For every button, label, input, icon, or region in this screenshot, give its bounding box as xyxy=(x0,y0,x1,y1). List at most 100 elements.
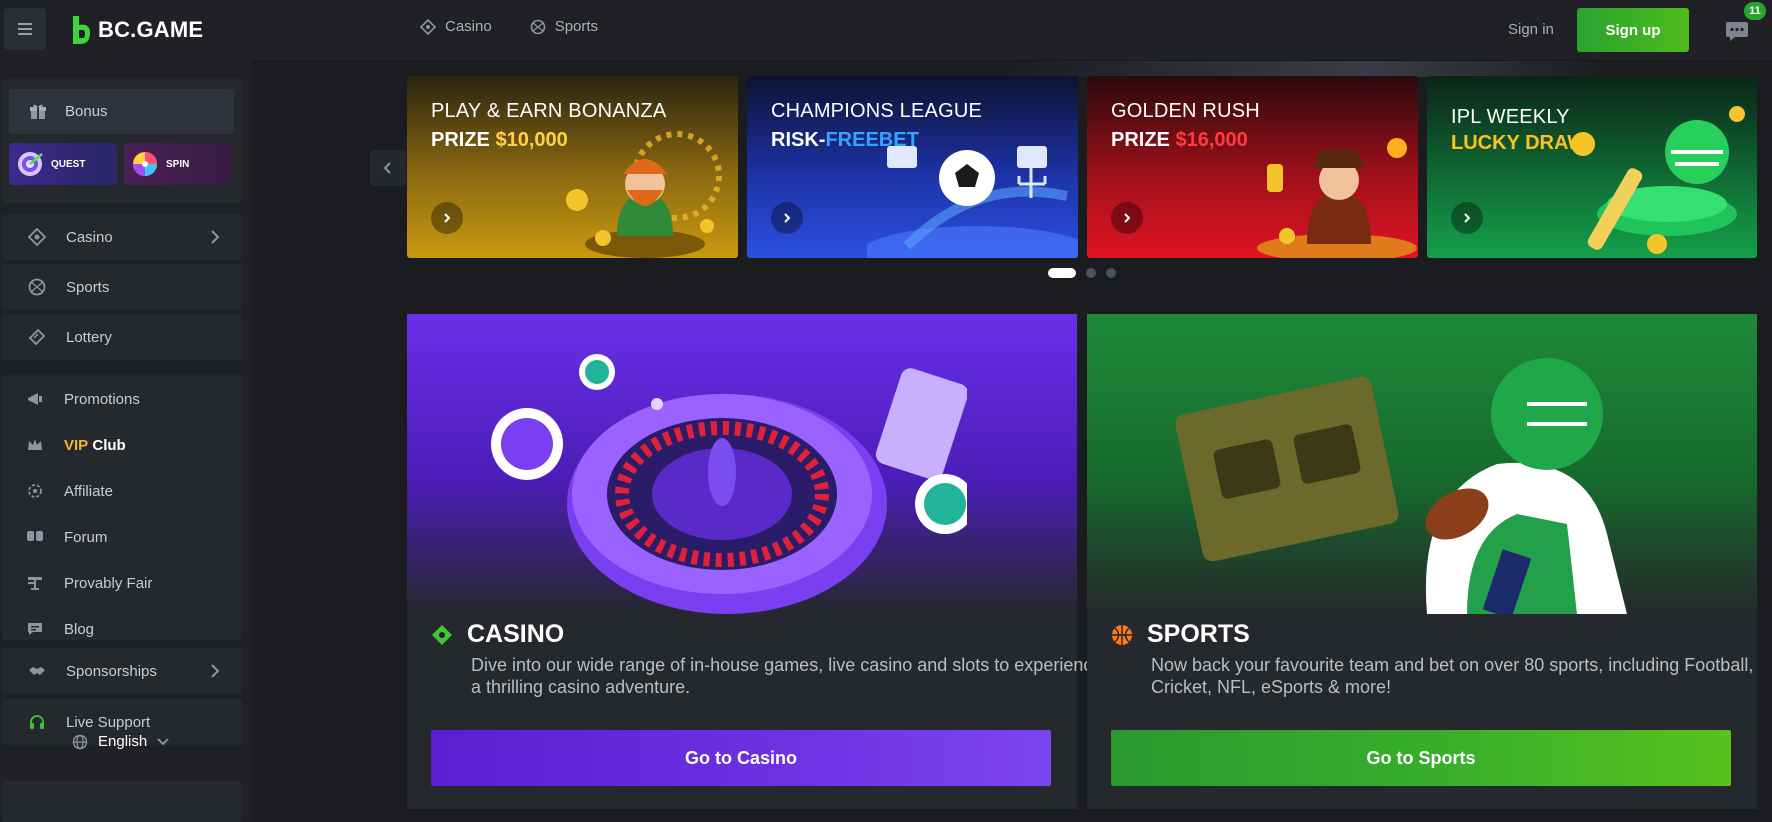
sidebar: Bonus QUEST SPIN Casino Sports Lottery P… xyxy=(0,61,252,822)
carousel-pagination xyxy=(1048,268,1116,278)
banner-3-arrow-button[interactable] xyxy=(1111,202,1143,234)
sports-card-title: SPORTS xyxy=(1111,620,1250,649)
chevron-right-icon xyxy=(211,230,220,244)
sidebar-secondary-panel xyxy=(2,375,242,640)
casino-diamond-icon xyxy=(28,228,46,246)
sidebar-forum-label: Forum xyxy=(64,528,108,546)
sidebar-item-provably-fair[interactable]: Provably Fair xyxy=(26,574,152,592)
banner-2-title: CHAMPIONS LEAGUE xyxy=(771,100,983,122)
banner-4-title: IPL WEEKLY xyxy=(1451,106,1570,128)
spin-tile[interactable]: SPIN xyxy=(124,143,232,185)
chevron-left-icon xyxy=(383,162,391,174)
banner-1-prefix: PRIZE xyxy=(431,129,496,151)
club-word: Club xyxy=(92,436,126,454)
chat-unread-badge: 11 xyxy=(1744,2,1766,20)
sidebar-item-affiliate[interactable]: Affiliate xyxy=(26,482,113,500)
quest-label: QUEST xyxy=(51,158,86,170)
quest-tile[interactable]: QUEST xyxy=(9,143,117,185)
sidebar-item-bonus[interactable]: Bonus xyxy=(9,89,234,134)
sports-card-description: Now back your favourite team and bet on … xyxy=(1151,655,1754,697)
hamburger-icon xyxy=(18,23,32,35)
sidebar-blog-label: Blog xyxy=(64,620,95,638)
carousel-dot-1[interactable] xyxy=(1048,268,1076,278)
banner-1-title: PLAY & EARN BONANZA xyxy=(431,100,667,122)
sidebar-item-blog[interactable]: Blog xyxy=(26,620,94,638)
casino-title-text: CASINO xyxy=(467,620,565,648)
sidebar-item-forum[interactable]: Forum xyxy=(26,528,107,546)
chevron-right-icon xyxy=(211,664,220,678)
banner-1-subtitle: PRIZE $10,000 xyxy=(431,129,568,152)
signin-link[interactable]: Sign in xyxy=(1508,21,1554,38)
lottery-ticket-icon xyxy=(28,328,46,346)
brand-logo[interactable]: BC.GAME xyxy=(70,14,203,46)
cricket-illustration xyxy=(1571,106,1745,254)
handshake-icon xyxy=(29,667,45,675)
logo-area: BC.GAME xyxy=(0,0,252,61)
chat-icon[interactable] xyxy=(1722,16,1752,46)
sidebar-promotions-label: Promotions xyxy=(64,390,140,408)
promo-banner-golden-rush[interactable]: GOLDEN RUSH PRIZE $16,000 xyxy=(1087,76,1418,258)
basketball-icon xyxy=(1112,624,1132,645)
football-player-illustration xyxy=(1175,358,1627,614)
sidebar-item-vip-club[interactable]: VIP Club xyxy=(26,436,126,454)
go-to-sports-button[interactable]: Go to Sports xyxy=(1111,730,1731,786)
promo-banner-champions[interactable]: CHAMPIONS LEAGUE RISK-FREEBET xyxy=(747,76,1078,258)
banner-4-arrow-button[interactable] xyxy=(1451,202,1483,234)
sidebar-item-sports[interactable]: Sports xyxy=(2,264,242,310)
top-header: BC.GAME Casino Sports Sign in Sign up 11 xyxy=(0,0,1772,61)
football-stadium-illustration xyxy=(867,146,1078,258)
globe-icon xyxy=(72,734,88,749)
chevron-right-icon xyxy=(444,213,451,223)
carousel-dot-2[interactable] xyxy=(1086,268,1096,278)
top-nav: Casino Sports xyxy=(420,18,598,35)
signup-button[interactable]: Sign up xyxy=(1577,8,1689,52)
promo-banner-bonanza[interactable]: PLAY & EARN BONANZA PRIZE $10,000 xyxy=(407,76,738,258)
quest-target-icon xyxy=(18,152,43,176)
banner-1-accent: $10,000 xyxy=(495,129,568,151)
sidebar-item-casino[interactable]: Casino xyxy=(2,214,242,260)
carousel-prev-button[interactable] xyxy=(370,150,406,186)
language-selector[interactable]: English xyxy=(72,733,169,750)
vip-word: VIP xyxy=(64,436,89,454)
casino-card-description: Dive into our wide range of in-house gam… xyxy=(471,655,1103,697)
sports-ball-icon xyxy=(530,19,546,34)
sports-ball-icon xyxy=(28,278,46,296)
topnav-casino[interactable]: Casino xyxy=(420,18,492,35)
chevron-right-icon xyxy=(1464,213,1471,223)
banner-1-arrow-button[interactable] xyxy=(431,202,463,234)
sidebar-vip-label: VIP Club xyxy=(64,437,126,454)
banner-3-prefix: PRIZE xyxy=(1111,129,1176,151)
go-to-casino-button[interactable]: Go to Casino xyxy=(431,730,1051,786)
banner-4-subtitle: LUCKY DRAW xyxy=(1451,132,1586,155)
sidebar-casino-label: Casino xyxy=(66,228,113,246)
sidebar-live-support-label: Live Support xyxy=(66,713,151,731)
miner-illustration xyxy=(1257,138,1417,258)
sidebar-affiliate-label: Affiliate xyxy=(64,482,113,500)
banner-2-prefix: RISK- xyxy=(771,129,826,151)
casino-card-art xyxy=(407,314,1077,614)
topnav-casino-label: Casino xyxy=(445,18,492,35)
sidebar-item-promotions[interactable]: Promotions xyxy=(26,390,140,408)
blog-icon xyxy=(28,623,42,635)
sidebar-lottery-label: Lottery xyxy=(66,328,112,346)
banner-2-subtitle: RISK-FREEBET xyxy=(771,129,919,152)
sidebar-item-sponsorships[interactable]: Sponsorships xyxy=(2,648,242,694)
banner-3-subtitle: PRIZE $16,000 xyxy=(1111,129,1248,152)
carousel-dot-3[interactable] xyxy=(1106,268,1116,278)
leprechaun-illustration xyxy=(566,131,722,258)
menu-toggle-button[interactable] xyxy=(4,8,46,50)
topnav-sports[interactable]: Sports xyxy=(530,18,598,35)
roulette-illustration xyxy=(491,354,967,614)
provably-fair-icon xyxy=(28,577,42,590)
banner-3-title: GOLDEN RUSH xyxy=(1111,100,1260,122)
promo-banner-ipl[interactable]: IPL WEEKLY LUCKY DRAW xyxy=(1427,76,1757,258)
language-label: English xyxy=(98,733,148,750)
sidebar-item-lottery[interactable]: Lottery xyxy=(2,314,242,360)
chevron-down-icon xyxy=(157,737,169,745)
sports-title-text: SPORTS xyxy=(1147,620,1250,648)
banner-2-arrow-button[interactable] xyxy=(771,202,803,234)
sidebar-sponsorships-label: Sponsorships xyxy=(66,662,157,680)
sidebar-language-panel xyxy=(2,781,242,822)
banner-3-accent: $16,000 xyxy=(1175,129,1248,151)
spin-label: SPIN xyxy=(166,158,190,170)
